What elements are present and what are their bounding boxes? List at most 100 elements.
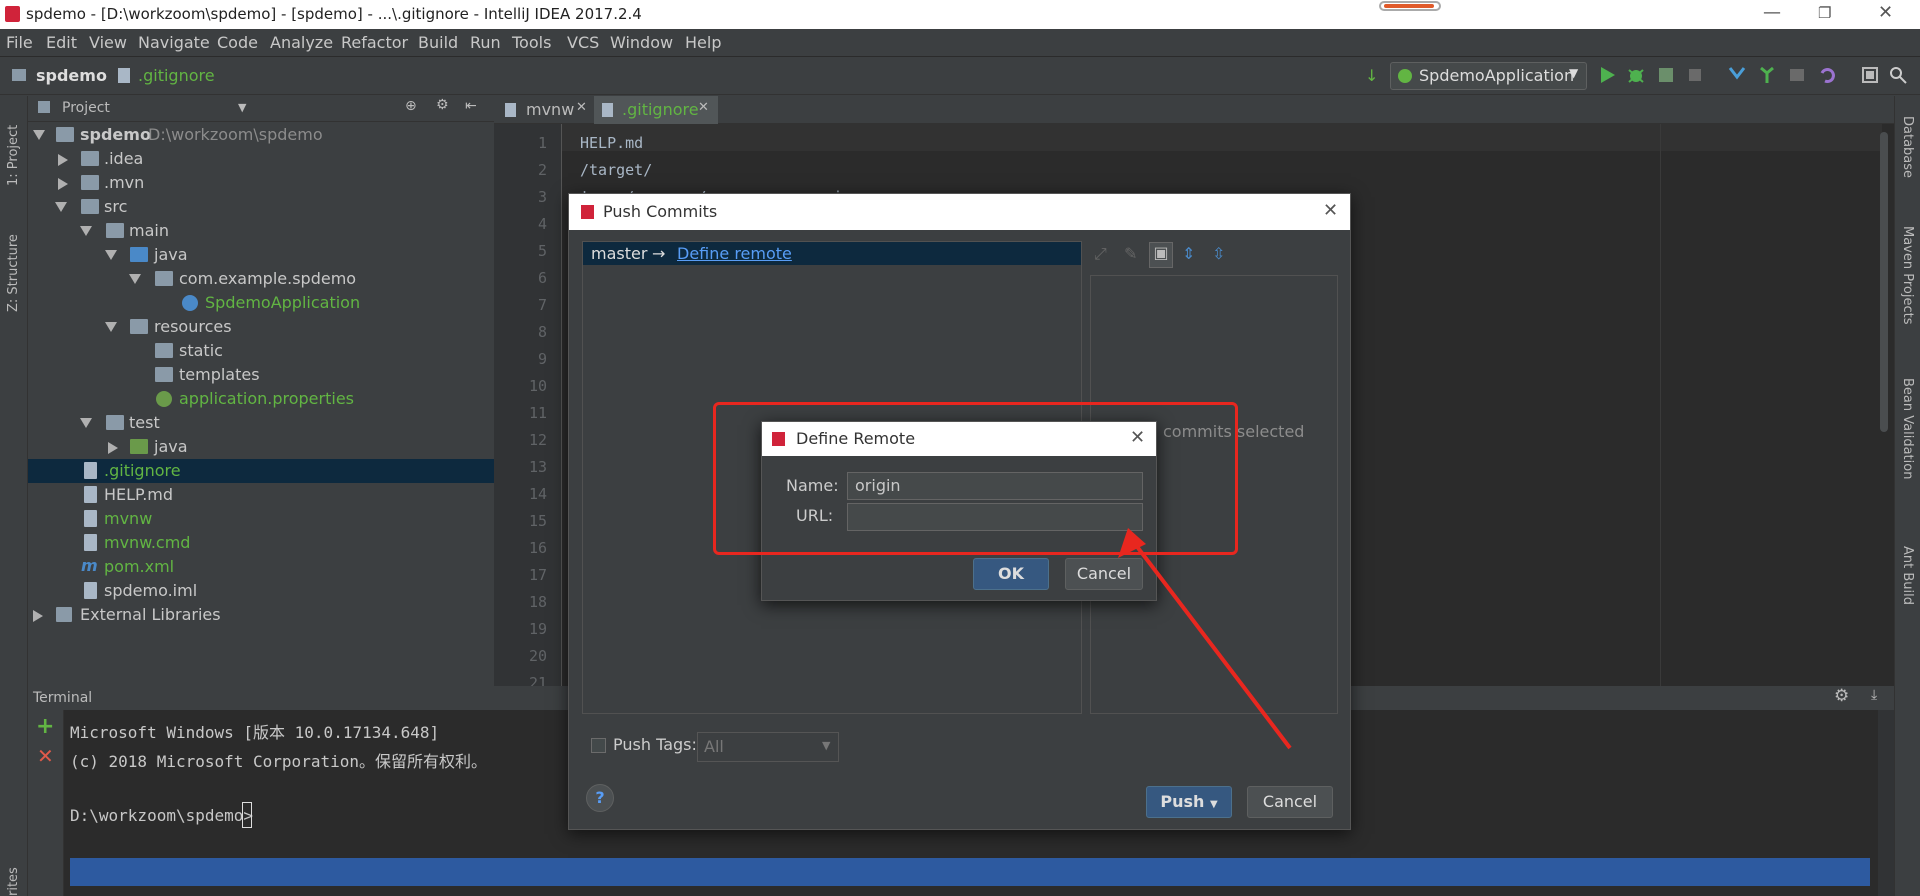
project-view-icon xyxy=(38,101,50,113)
tree-item-application-properties[interactable]: application.properties xyxy=(28,387,494,411)
menu-view[interactable]: View xyxy=(89,33,127,52)
tree-item-static[interactable]: static xyxy=(28,339,494,363)
structure-tool-tab[interactable]: Z: Structure xyxy=(6,234,21,312)
project-structure-icon[interactable] xyxy=(1860,65,1880,85)
close-window-icon[interactable]: ✕ xyxy=(1878,2,1893,23)
menu-code[interactable]: Code xyxy=(217,33,258,52)
tab-gitignore[interactable]: .gitignore ✕ xyxy=(594,96,718,124)
right-margin-guide xyxy=(1660,124,1661,686)
menu-file[interactable]: File xyxy=(6,33,33,52)
breadcrumb-project[interactable]: spdemo xyxy=(36,66,107,85)
vcs-compare-icon[interactable] xyxy=(1787,65,1807,85)
run-icon[interactable] xyxy=(1597,65,1617,85)
scroll-from-source-icon[interactable]: ⊕ xyxy=(405,98,417,114)
bean-validation-tool-tab[interactable]: Bean Validation xyxy=(1900,378,1915,479)
ok-button[interactable]: OK xyxy=(973,558,1049,590)
group-by-directory-icon[interactable]: ▣ xyxy=(1149,242,1173,268)
input-indicator-icon xyxy=(1379,1,1441,11)
database-tool-tab[interactable]: Database xyxy=(1900,116,1915,178)
tree-item-java[interactable]: java xyxy=(28,243,494,267)
tree-item-pom-xml[interactable]: m pom.xml xyxy=(28,555,494,579)
help-icon[interactable]: ? xyxy=(586,784,614,812)
terminal-prompt[interactable]: D:\workzoom\spdemo> xyxy=(70,806,253,825)
tree-item-idea[interactable]: .idea xyxy=(28,147,494,171)
tree-item-mvn[interactable]: .mvn xyxy=(28,171,494,195)
chevron-down-icon[interactable]: ▼ xyxy=(238,101,246,114)
menu-refactor[interactable]: Refactor xyxy=(341,33,408,52)
tree-item-templates[interactable]: templates xyxy=(28,363,494,387)
minimize-icon[interactable]: — xyxy=(1763,2,1781,23)
tree-item-spdemo-application[interactable]: SpdemoApplication xyxy=(28,291,494,315)
right-tool-strip: Database Maven Projects Bean Validation … xyxy=(1894,96,1920,896)
hide-panel-icon[interactable]: ⤓ xyxy=(1871,687,1877,703)
pin-icon[interactable]: ⤢ xyxy=(1094,244,1107,264)
tree-item-main[interactable]: main xyxy=(28,219,494,243)
intellij-logo-icon xyxy=(581,205,594,219)
build-icon[interactable]: ↓ xyxy=(1365,66,1378,85)
tree-item-spdemo-iml[interactable]: spdemo.iml xyxy=(28,579,494,603)
menu-window[interactable]: Window xyxy=(610,33,673,52)
expand-all-icon[interactable]: ⇕ xyxy=(1182,244,1195,263)
close-tab-icon[interactable]: ✕ xyxy=(576,100,587,115)
vcs-update-icon[interactable] xyxy=(1727,65,1747,85)
vcs-revert-icon[interactable] xyxy=(1817,65,1837,85)
push-tags-checkbox[interactable] xyxy=(591,738,606,753)
terminal-scrollbar[interactable] xyxy=(1878,710,1894,896)
stop-icon[interactable] xyxy=(1685,65,1705,85)
tree-item-test[interactable]: test xyxy=(28,411,494,435)
tree-item-test-java[interactable]: java xyxy=(28,435,494,459)
menu-edit[interactable]: Edit xyxy=(46,33,77,52)
intellij-logo-icon xyxy=(5,6,20,22)
add-session-icon[interactable]: + xyxy=(36,714,54,739)
menu-build[interactable]: Build xyxy=(418,33,458,52)
coverage-icon[interactable] xyxy=(1656,65,1676,85)
code-line[interactable]: HELP.md xyxy=(580,134,643,152)
close-session-icon[interactable]: ✕ xyxy=(37,744,54,768)
tab-mvnw[interactable]: mvnw ✕ xyxy=(494,96,594,124)
tree-item-spdemo[interactable]: spdemo D:\workzoom\spdemo xyxy=(28,123,494,147)
push-dialog-title: Push Commits xyxy=(603,202,718,221)
edit-source-icon[interactable]: ✎ xyxy=(1124,244,1137,263)
tree-item-external-libraries[interactable]: External Libraries xyxy=(28,603,494,627)
code-line[interactable]: /target/ xyxy=(580,161,652,179)
menu-help[interactable]: Help xyxy=(685,33,721,52)
tree-item-help-md[interactable]: HELP.md xyxy=(28,483,494,507)
tree-item-resources[interactable]: resources xyxy=(28,315,494,339)
tree-item-package[interactable]: com.example.spdemo xyxy=(28,267,494,291)
terminal-toolbar: + ✕ xyxy=(28,710,64,896)
tree-item-mvnw-cmd[interactable]: mvnw.cmd xyxy=(28,531,494,555)
breadcrumb-file[interactable]: .gitignore xyxy=(138,66,215,85)
left-tool-strip: 1: Project Z: Structure rites xyxy=(0,96,28,896)
run-configuration-select[interactable]: SpdemoApplication ▼ xyxy=(1390,62,1587,90)
menu-run[interactable]: Run xyxy=(470,33,501,52)
project-tool-tab[interactable]: 1: Project xyxy=(6,125,21,186)
close-icon[interactable]: ✕ xyxy=(1323,200,1338,221)
close-tab-icon[interactable]: ✕ xyxy=(698,100,709,115)
search-icon[interactable] xyxy=(1888,65,1908,85)
favorites-tool-tab[interactable]: rites xyxy=(6,867,21,896)
push-cancel-button[interactable]: Cancel xyxy=(1247,786,1333,818)
maven-tool-tab[interactable]: Maven Projects xyxy=(1900,226,1915,325)
gear-icon[interactable]: ⚙ xyxy=(436,97,449,113)
debug-icon[interactable] xyxy=(1626,65,1646,85)
restore-icon[interactable]: ❐ xyxy=(1818,4,1831,22)
define-remote-link[interactable]: Define remote xyxy=(677,244,792,263)
menu-tools[interactable]: Tools xyxy=(512,33,551,52)
editor-scrollbar[interactable] xyxy=(1880,132,1888,432)
branch-row[interactable]: master → Define remote xyxy=(583,242,1081,265)
push-button[interactable]: Push ▼ xyxy=(1146,786,1232,818)
menu-navigate[interactable]: Navigate xyxy=(138,33,210,52)
ant-build-tool-tab[interactable]: Ant Build xyxy=(1900,546,1915,605)
menu-analyze[interactable]: Analyze xyxy=(270,33,333,52)
push-tags-select[interactable]: All ▼ xyxy=(697,732,839,762)
tree-item-gitignore[interactable]: .gitignore xyxy=(28,459,494,483)
hide-panel-icon[interactable]: ⇤ xyxy=(465,98,477,114)
gear-icon[interactable]: ⚙ xyxy=(1834,686,1849,706)
terminal-line: (c) 2018 Microsoft Corporation。保留所有权利。 xyxy=(70,752,487,771)
vcs-commit-icon[interactable] xyxy=(1757,65,1777,85)
project-view-title[interactable]: Project xyxy=(62,100,110,116)
collapse-all-icon[interactable]: ⇳ xyxy=(1212,244,1225,263)
tree-item-mvnw[interactable]: mvnw xyxy=(28,507,494,531)
menu-vcs[interactable]: VCS xyxy=(567,33,599,52)
tree-item-src[interactable]: src xyxy=(28,195,494,219)
